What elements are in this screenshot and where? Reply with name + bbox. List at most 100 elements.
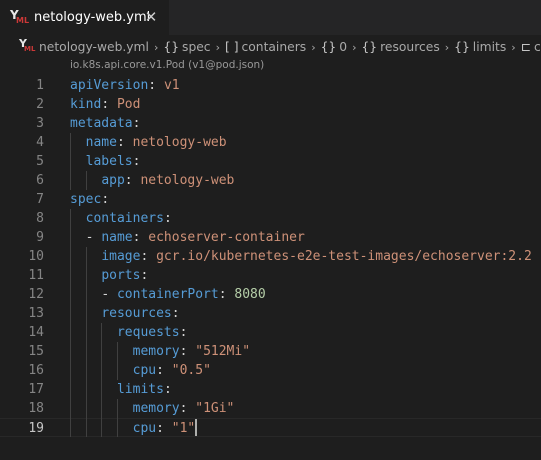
colon: :	[163, 382, 172, 397]
code-line[interactable]: 12 - containerPort: 8080	[0, 285, 541, 304]
tab-bar: Y ML netology-web.yml ✕	[0, 0, 541, 35]
chevron-right-icon: ›	[215, 40, 220, 54]
property-icon: ⊏	[520, 40, 531, 54]
colon: :	[132, 116, 141, 131]
breadcrumb-item[interactable]: ⊏cpu	[521, 40, 541, 54]
colon: :	[101, 192, 110, 207]
chevron-right-icon: ›	[311, 40, 316, 54]
indent-guide	[101, 323, 103, 437]
colon: :	[218, 287, 227, 302]
yaml-value: netology-web	[140, 173, 235, 188]
breadcrumb-item[interactable]: {} limits	[454, 40, 506, 54]
breadcrumb-item[interactable]: {} spec	[163, 40, 210, 54]
breadcrumb-item[interactable]: Y ML netology-web.yml	[19, 38, 149, 54]
code-line[interactable]: 10 image: gcr.io/kubernetes-e2e-test-ima…	[0, 247, 541, 266]
code-line[interactable]: 15 memory: "512Mi"	[0, 342, 541, 361]
code-line[interactable]: 9 - name: echoserver-container	[0, 228, 541, 247]
code-text: memory: "1Gi"	[70, 399, 235, 418]
yaml-key: app	[101, 173, 125, 188]
colon: :	[132, 154, 141, 169]
yaml-key: metadata	[70, 116, 133, 131]
line-number: 13	[28, 306, 44, 321]
line-number: 10	[28, 249, 44, 264]
line-number: 2	[36, 97, 44, 112]
chevron-right-icon: ›	[153, 40, 159, 54]
code-line[interactable]: 16 cpu: "0.5"	[0, 361, 541, 380]
code-text: name: netology-web	[70, 133, 227, 152]
line-number: 11	[28, 268, 44, 283]
close-icon[interactable]: ✕	[140, 6, 162, 28]
code-line[interactable]: 6 app: netology-web	[0, 171, 541, 190]
code-line[interactable]: 3 metadata:	[0, 114, 541, 133]
yaml-key: image	[101, 249, 141, 264]
code-line[interactable]: 1 apiVersion: v1	[0, 76, 541, 95]
colon: :	[156, 421, 164, 436]
line-number: 18	[28, 401, 44, 416]
code-line[interactable]: 7 spec:	[0, 190, 541, 209]
array-icon: [ ]	[224, 40, 239, 54]
code-text: memory: "512Mi"	[70, 342, 250, 361]
yaml-key: spec	[70, 192, 102, 207]
colon: :	[116, 135, 125, 150]
yaml-key: ports	[101, 268, 141, 283]
code-line[interactable]: 2 kind: Pod	[0, 95, 541, 114]
yaml-value: netology-web	[132, 135, 227, 150]
line-number: 3	[36, 116, 44, 131]
schema-hint[interactable]: io.k8s.api.core.v1.Pod (v1@pod.json)	[70, 59, 264, 71]
yaml-key: containers	[85, 211, 164, 226]
code-line[interactable]: 8 containers:	[0, 209, 541, 228]
breadcrumb-label: 0	[339, 40, 348, 54]
yaml-key: limits	[116, 382, 164, 397]
line-number: 6	[36, 173, 44, 188]
line-number: 16	[28, 363, 44, 378]
colon: :	[148, 78, 157, 93]
code-line[interactable]: 5 labels:	[0, 152, 541, 171]
chevron-right-icon: ›	[352, 40, 357, 54]
yaml-value: gcr.io/kubernetes-e2e-test-images/echose…	[156, 249, 532, 264]
yaml-value: "512Mi"	[195, 344, 251, 359]
code-line[interactable]: 14 requests:	[0, 323, 541, 342]
yaml-key: labels	[85, 154, 133, 169]
yaml-key: cpu	[132, 363, 157, 378]
editor-window: Y ML netology-web.yml ✕ Y ML netology-web.y…	[0, 0, 541, 460]
text-cursor	[195, 419, 198, 436]
code-text: app: netology-web	[70, 171, 234, 190]
line-number: 5	[36, 154, 44, 169]
colon: :	[124, 173, 133, 188]
yaml-value: "0.5"	[171, 363, 211, 378]
yaml-file-icon: Y ML	[10, 8, 30, 25]
code-line[interactable]: 13 resources:	[0, 304, 541, 323]
code-editor[interactable]: 1 apiVersion: v1 2 kind: Pod 3 metadata: 4 nam…	[0, 73, 541, 460]
code-line[interactable]: 18 memory: "1Gi"	[0, 399, 541, 418]
colon: :	[132, 230, 141, 245]
code-text: labels:	[70, 152, 141, 171]
code-text: apiVersion: v1	[70, 76, 180, 95]
yaml-key: resources	[101, 306, 172, 321]
yaml-key: name	[101, 230, 133, 245]
breadcrumb-label: limits	[472, 40, 507, 54]
yaml-value: v1	[163, 78, 180, 93]
breadcrumb-label: netology-web.yml	[39, 40, 149, 54]
code-line[interactable]: 4 name: netology-web	[0, 133, 541, 152]
code-text: metadata:	[70, 114, 140, 133]
line-number: 1	[36, 78, 44, 93]
breadcrumb-item[interactable]: {} resources	[361, 40, 439, 54]
chevron-right-icon: ›	[511, 40, 516, 54]
yaml-key: requests	[116, 325, 180, 340]
breadcrumb-item[interactable]: {} 0	[321, 40, 347, 54]
line-number: 12	[28, 287, 44, 302]
breadcrumb-label: resources	[380, 40, 440, 54]
tab-netology-web-yml[interactable]: Y ML netology-web.yml ✕	[0, 0, 169, 35]
indent-guide	[116, 342, 118, 380]
colon: :	[179, 401, 188, 416]
yaml-key: containerPort	[116, 287, 219, 302]
yaml-value: "1Gi"	[195, 401, 235, 416]
indent-guide	[116, 399, 118, 437]
code-line[interactable]: 19 cpu: "1"	[0, 418, 541, 437]
code-line[interactable]: 17 limits:	[0, 380, 541, 399]
code-line[interactable]: 11 ports:	[0, 266, 541, 285]
code-text: requests:	[70, 323, 187, 342]
line-number: 14	[28, 325, 44, 340]
tab-title: netology-web.yml	[34, 10, 151, 25]
breadcrumb-item[interactable]: [ ] containers	[225, 40, 306, 54]
